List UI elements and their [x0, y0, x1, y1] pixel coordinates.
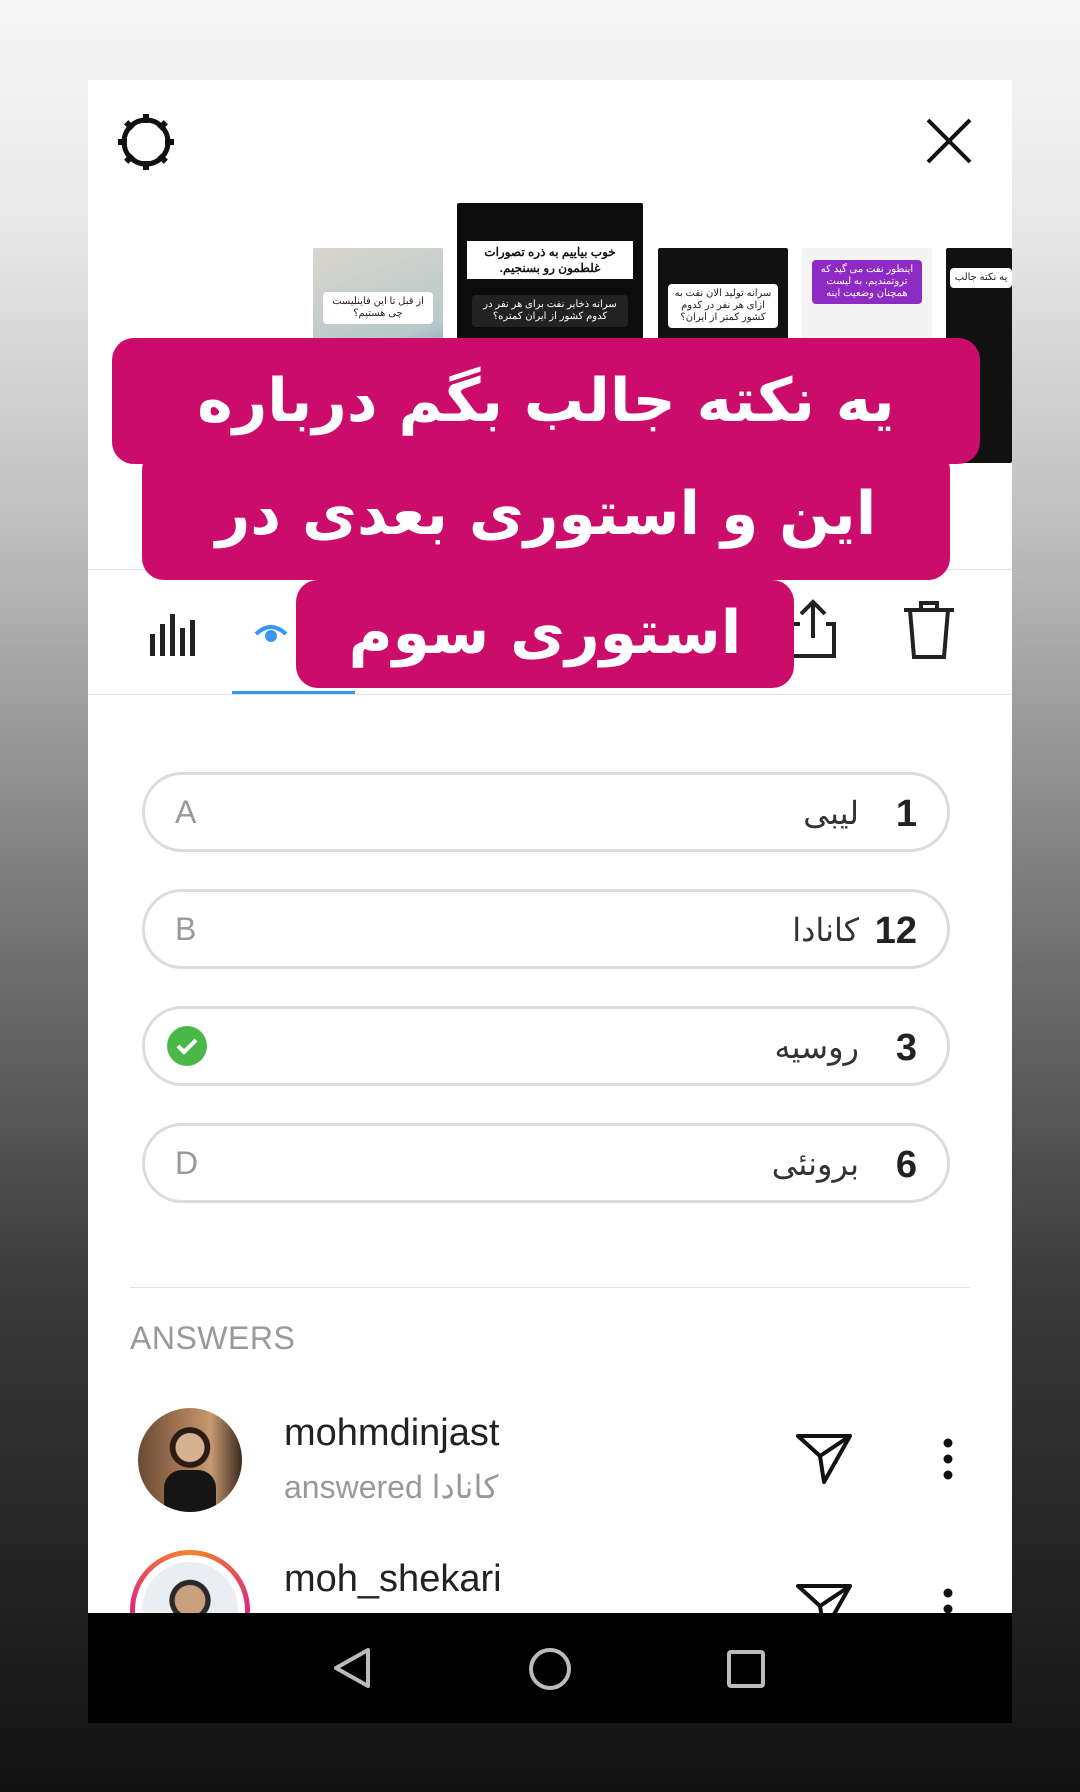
overlay-line-1: یه نکته جالب بگم درباره	[112, 338, 980, 464]
username[interactable]: mohmdinjast	[284, 1412, 499, 1455]
thumbnail-caption: اینطور نفت می گید که تروتمندیم، به لیست …	[812, 260, 922, 304]
option-label: روسیه	[774, 1029, 859, 1065]
username[interactable]: moh_shekari	[284, 1558, 502, 1601]
option-count: 1	[895, 793, 917, 835]
avatar[interactable]	[138, 1408, 242, 1512]
home-icon[interactable]	[528, 1647, 572, 1691]
system-navigation-bar	[88, 1613, 1012, 1723]
thumbnail-title: خوب بیاییم به ذره تصورات غلطمون رو بسنجی…	[467, 241, 633, 279]
option-letter: D	[175, 1145, 199, 1181]
option-letter: A	[175, 794, 197, 830]
answers-divider	[130, 1287, 970, 1288]
option-label: برونئی	[771, 1146, 859, 1182]
answer-value: کانادا	[431, 1469, 499, 1505]
thumbnail-caption: سرانه ذخایر نفت برای هر نفر در کدوم کشور…	[471, 295, 629, 327]
close-icon[interactable]	[924, 116, 974, 166]
quiz-option-b: B کانادا 12	[142, 889, 950, 969]
bar-chart-icon[interactable]	[146, 608, 196, 658]
share-icon[interactable]	[788, 598, 838, 660]
overlay-line-2: این و استوری بعدی در	[142, 448, 950, 580]
answer-row[interactable]: mohmdinjast answered کانادا	[88, 1402, 1012, 1522]
correct-check-icon	[167, 1026, 207, 1066]
story-viewer-screen: از قبل تا این فاینلیست چی هستیم؟ خوب بیا…	[88, 80, 1012, 1723]
gear-icon[interactable]	[114, 110, 178, 174]
quiz-option-c: روسیه 3	[142, 1006, 950, 1086]
send-icon[interactable]	[794, 1430, 854, 1486]
trash-icon[interactable]	[902, 600, 956, 660]
option-count: 12	[874, 910, 917, 952]
option-count: 3	[895, 1027, 917, 1069]
back-icon[interactable]	[330, 1647, 372, 1689]
toolbar-divider	[88, 694, 1012, 695]
thumbnail-caption: یه نکته جالب	[950, 268, 1012, 288]
option-label: لیبی	[803, 795, 859, 831]
option-letter: B	[175, 911, 197, 947]
thumbnail-caption: سرانه تولید الان نفت به ازای هر نفر در ک…	[668, 284, 778, 328]
answers-heading: ANSWERS	[130, 1320, 296, 1356]
option-count: 6	[895, 1144, 917, 1186]
quiz-option-d: D برونئی 6	[142, 1123, 950, 1203]
answer-text: answered کانادا	[284, 1468, 498, 1506]
more-vertical-icon[interactable]	[942, 1438, 954, 1480]
thumbnail-caption: از قبل تا این فاینلیست چی هستیم؟	[323, 292, 433, 324]
option-label: کانادا	[792, 912, 859, 948]
recents-icon[interactable]	[726, 1649, 766, 1689]
quiz-option-a: A لیبی 1	[142, 772, 950, 852]
eye-icon[interactable]	[254, 620, 288, 648]
answered-label: answered	[284, 1469, 423, 1505]
overlay-line-3: استوری سوم	[296, 580, 794, 688]
